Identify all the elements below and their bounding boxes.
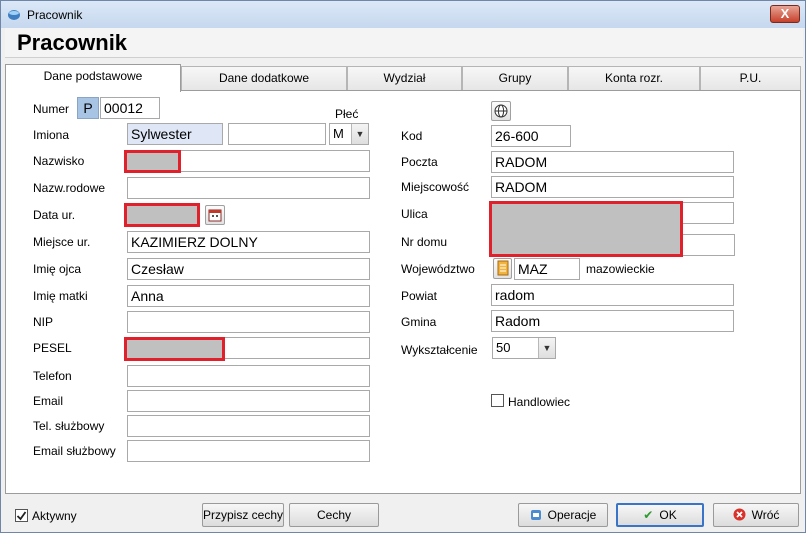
tab-konta-rozr[interactable]: Konta rozr. xyxy=(568,66,700,90)
globe-icon[interactable] xyxy=(491,101,511,121)
operacje-label: Operacje xyxy=(547,508,597,522)
nip-label: NIP xyxy=(33,315,54,329)
telefon-field[interactable] xyxy=(127,365,370,387)
przypisz-cechy-button[interactable]: Przypisz cechy xyxy=(202,503,284,527)
form-panel: Numer P 00012 Płeć Imiona Sylwester M ▼ … xyxy=(5,90,801,494)
numer-prefix[interactable]: P xyxy=(77,97,99,119)
footer: Aktywny Przypisz cechy Cechy Operacje ✔ O… xyxy=(5,496,803,532)
kod-field[interactable]: 26-600 xyxy=(491,125,571,147)
nazw-rodowe-field[interactable] xyxy=(127,177,370,199)
tel-sluzbowy-label: Tel. służbowy xyxy=(33,419,105,433)
imie-matki-field[interactable]: Anna xyxy=(127,285,370,307)
operacje-button[interactable]: Operacje xyxy=(518,503,608,527)
poczta-label: Poczta xyxy=(401,155,438,169)
email-label: Email xyxy=(33,394,64,408)
wojewodztwo-name: mazowieckie xyxy=(586,262,655,276)
plec-label: Płeć xyxy=(335,107,359,121)
nip-field[interactable] xyxy=(127,311,370,333)
imie-matki-label: Imię matki xyxy=(33,289,88,303)
page-title: Pracownik xyxy=(17,30,128,55)
ulica-label: Ulica xyxy=(401,207,428,221)
email-sluzbowy-field[interactable] xyxy=(127,440,370,462)
wyksztalcenie-select[interactable]: 50 ▼ xyxy=(492,337,556,359)
handlowiec-label: Handlowiec xyxy=(508,395,571,409)
cancel-icon xyxy=(733,504,746,526)
wyksztalcenie-label: Wykształcenie xyxy=(401,343,478,357)
numer-field[interactable]: 00012 xyxy=(100,97,160,119)
email-sluzbowy-label: Email służbowy xyxy=(33,444,116,458)
window-title: Pracownik xyxy=(27,8,83,22)
calendar-icon[interactable] xyxy=(205,205,225,225)
redacted-pesel xyxy=(124,337,225,361)
chevron-down-icon[interactable]: ▼ xyxy=(538,338,555,358)
imie-ojca-label: Imię ojca xyxy=(33,262,82,276)
tab-strip: Dane podstawowe Dane dodatkowe Wydział G… xyxy=(5,64,801,92)
chevron-down-icon[interactable]: ▼ xyxy=(351,124,368,144)
poczta-field[interactable]: RADOM xyxy=(491,151,734,173)
wojewodztwo-label: Województwo xyxy=(401,262,475,276)
data-ur-label: Data ur. xyxy=(33,208,76,222)
wroc-button[interactable]: Wróć xyxy=(713,503,799,527)
imiona-label: Imiona xyxy=(33,128,70,142)
check-icon: ✔ xyxy=(643,508,654,522)
check-icon xyxy=(16,511,27,521)
imie-ojca-field[interactable]: Czesław xyxy=(127,258,370,280)
tab-dane-dodatkowe[interactable]: Dane dodatkowe xyxy=(181,66,347,90)
redacted-nazwisko xyxy=(124,150,181,173)
tab-grupy[interactable]: Grupy xyxy=(462,66,568,90)
plec-value: M xyxy=(333,126,344,141)
ok-button[interactable]: ✔ OK xyxy=(616,503,704,527)
aktywny-label: Aktywny xyxy=(32,509,77,523)
gmina-field[interactable]: Radom xyxy=(491,310,734,332)
pesel-label: PESEL xyxy=(33,341,72,355)
pracownik-window: Pracownik X Pracownik Dane podstawowe Da… xyxy=(0,0,806,533)
miejscowosc-field[interactable]: RADOM xyxy=(491,176,734,198)
app-icon xyxy=(8,10,20,20)
lookup-icon[interactable] xyxy=(493,258,512,279)
plec-select[interactable]: M ▼ xyxy=(329,123,369,145)
nazw-rodowe-label: Nazw.rodowe xyxy=(33,181,106,195)
aktywny-checkbox[interactable] xyxy=(15,509,28,522)
redacted-address xyxy=(489,201,683,257)
gmina-label: Gmina xyxy=(401,315,437,329)
tab-dane-podstawowe[interactable]: Dane podstawowe xyxy=(5,64,181,92)
tab-pu[interactable]: P.U. xyxy=(700,66,801,90)
title-bar[interactable]: Pracownik X xyxy=(1,1,805,28)
email-field[interactable] xyxy=(127,390,370,412)
miejscowosc-label: Miejscowość xyxy=(401,180,470,194)
imiona-field[interactable]: Sylwester xyxy=(127,123,223,145)
redacted-data-ur[interactable] xyxy=(124,203,200,227)
ok-label: OK xyxy=(659,508,677,522)
wojewodztwo-code-field[interactable]: MAZ xyxy=(514,258,580,280)
tab-wydzial[interactable]: Wydział xyxy=(347,66,462,90)
tel-sluzbowy-field[interactable] xyxy=(127,415,370,437)
powiat-field[interactable]: radom xyxy=(491,284,734,306)
wroc-label: Wróć xyxy=(751,508,780,522)
miejsce-ur-label: Miejsce ur. xyxy=(33,235,91,249)
imiona2-field[interactable] xyxy=(228,123,326,145)
nazwisko-label: Nazwisko xyxy=(33,154,85,168)
powiat-label: Powiat xyxy=(401,289,438,303)
handlowiec-checkbox[interactable] xyxy=(491,394,504,407)
miejsce-ur-field[interactable]: KAZIMIERZ DOLNY xyxy=(127,231,370,253)
telefon-label: Telefon xyxy=(33,369,72,383)
cechy-button[interactable]: Cechy xyxy=(289,503,379,527)
operacje-icon xyxy=(530,504,542,526)
close-button[interactable]: X xyxy=(770,5,800,23)
nr-domu-label: Nr domu xyxy=(401,235,448,249)
kod-label: Kod xyxy=(401,129,423,143)
numer-label: Numer xyxy=(33,102,70,116)
wyksztalcenie-value: 50 xyxy=(496,340,511,355)
header: Pracownik xyxy=(5,28,803,58)
